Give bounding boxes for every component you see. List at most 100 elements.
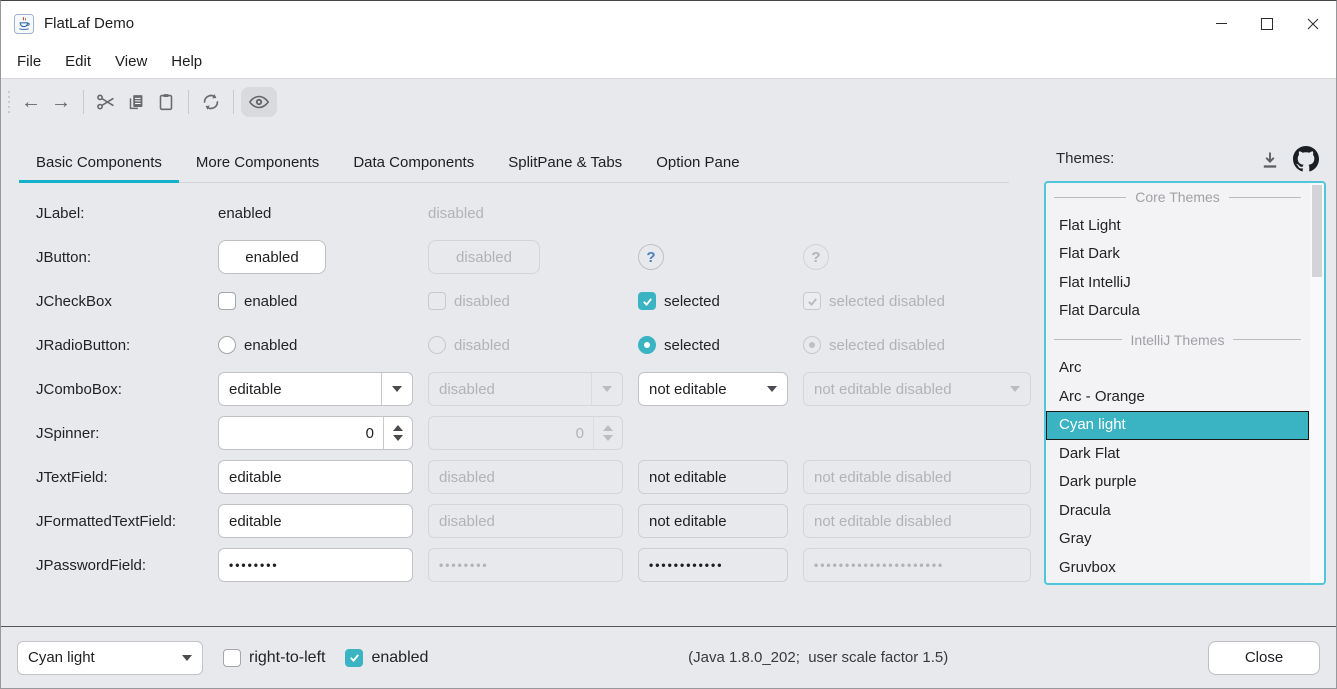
scrollbar-thumb[interactable]	[1312, 185, 1322, 277]
jcombobox-row-label: JComboBox:	[36, 381, 203, 398]
back-button[interactable]: ←	[16, 87, 46, 117]
spinner-buttons[interactable]	[383, 417, 412, 449]
eye-icon	[248, 91, 270, 113]
jspinner-row-label: JSpinner:	[36, 425, 203, 442]
menu-help[interactable]: Help	[159, 49, 214, 75]
check-icon	[641, 295, 654, 308]
combobox-not-editable-disabled: not editable disabled	[803, 372, 1031, 406]
theme-item-flat-darcula[interactable]: Flat Darcula	[1046, 297, 1309, 326]
themes-label: Themes:	[1056, 150, 1114, 167]
chevron-down-icon	[602, 386, 612, 392]
combobox-disabled: disabled	[428, 372, 623, 406]
passwordfield-disabled: ••••••••	[428, 548, 623, 582]
github-icon	[1293, 146, 1319, 172]
download-themes-button[interactable]	[1257, 147, 1283, 173]
checkbox-disabled	[428, 292, 446, 310]
toolbar-separator	[233, 90, 234, 114]
tab-option-pane[interactable]: Option Pane	[639, 142, 756, 182]
menu-edit[interactable]: Edit	[53, 49, 103, 75]
theme-item-flat-intellij[interactable]: Flat IntelliJ	[1046, 269, 1309, 298]
forward-arrow-icon: →	[51, 92, 71, 112]
maximize-icon	[1261, 18, 1273, 30]
jformattedtextfield-row-label: JFormattedTextField:	[36, 513, 203, 530]
themes-scrollbar[interactable]	[1310, 183, 1324, 583]
right-to-left-checkbox[interactable]	[223, 649, 241, 667]
enabled-checkbox-label: enabled	[371, 649, 428, 667]
theme-item-dark-purple[interactable]: Dark purple	[1046, 468, 1309, 497]
theme-item-gray[interactable]: Gray	[1046, 525, 1309, 554]
checkbox-enabled-label: enabled	[244, 293, 297, 310]
cut-button[interactable]	[91, 87, 121, 117]
tab-data-components[interactable]: Data Components	[336, 142, 491, 182]
passwordfield-enabled[interactable]: ••••••••	[218, 548, 413, 582]
radio-enabled[interactable]	[218, 336, 236, 354]
formatted-textfield-not-editable-disabled: not editable disabled	[803, 504, 1031, 538]
help-button[interactable]: ?	[638, 244, 664, 270]
radio-disabled-label: disabled	[454, 337, 510, 354]
theme-item-flat-light[interactable]: Flat Light	[1046, 212, 1309, 241]
theme-item-arc-orange[interactable]: Arc - Orange	[1046, 383, 1309, 412]
passwordfield-not-editable[interactable]: ••••••••••••	[638, 548, 788, 582]
theme-separator-intellij: IntelliJ Themes	[1046, 326, 1309, 355]
combobox-editable[interactable]: editable	[218, 372, 413, 406]
tab-basic-components[interactable]: Basic Components	[19, 142, 179, 182]
radio-disabled	[428, 336, 446, 354]
combobox-not-editable[interactable]: not editable	[638, 372, 788, 406]
menu-file[interactable]: File	[5, 49, 53, 75]
close-window-button[interactable]	[1290, 1, 1336, 46]
checkbox-selected-disabled	[803, 292, 821, 310]
theme-item-dark-flat[interactable]: Dark Flat	[1046, 440, 1309, 469]
radio-selected[interactable]	[638, 336, 656, 354]
radio-selected-disabled	[803, 336, 821, 354]
menu-view[interactable]: View	[103, 49, 159, 75]
scissors-icon	[95, 91, 117, 113]
theme-item-gruvbox[interactable]: Gruvbox	[1046, 554, 1309, 583]
spinner-up-icon	[393, 425, 403, 431]
paste-button[interactable]	[151, 87, 181, 117]
formatted-textfield-not-editable[interactable]: not editable	[638, 504, 788, 538]
refresh-button[interactable]	[196, 87, 226, 117]
combobox-arrow-button[interactable]	[381, 373, 412, 405]
enabled-checkbox[interactable]	[345, 649, 363, 667]
textfield-editable[interactable]: editable	[218, 460, 413, 494]
theme-separator-core: Core Themes	[1046, 183, 1309, 212]
checkbox-selected-disabled-label: selected disabled	[829, 293, 945, 310]
spinner-disabled: 0	[428, 416, 623, 450]
window-title: FlatLaf Demo	[44, 15, 134, 32]
textfield-not-editable[interactable]: not editable	[638, 460, 788, 494]
copy-button[interactable]	[121, 87, 151, 117]
spinner-enabled[interactable]: 0	[218, 416, 413, 450]
java-version-status: (Java 1.8.0_202; user scale factor 1.5)	[448, 649, 1188, 666]
theme-item-cyan-light[interactable]: Cyan light	[1046, 411, 1309, 440]
toolbar-grip[interactable]	[8, 91, 10, 113]
theme-item-flat-dark[interactable]: Flat Dark	[1046, 240, 1309, 269]
checkbox-selected[interactable]	[638, 292, 656, 310]
theme-combobox[interactable]: Cyan light	[17, 641, 203, 675]
clipboard-icon	[155, 91, 177, 113]
close-button[interactable]: Close	[1208, 641, 1320, 675]
theme-item-arc[interactable]: Arc	[1046, 354, 1309, 383]
check-icon	[806, 295, 819, 308]
download-icon	[1258, 148, 1282, 172]
show-toggle-button[interactable]	[241, 87, 277, 117]
passwordfield-not-editable-disabled: •••••••••••••••••••••	[803, 548, 1031, 582]
toolbar: ← →	[1, 80, 1336, 123]
jbutton-row-label: JButton:	[36, 249, 203, 266]
jtextfield-row-label: JTextField:	[36, 469, 203, 486]
tab-more-components[interactable]: More Components	[179, 142, 336, 182]
maximize-button[interactable]	[1244, 1, 1290, 46]
theme-item-dracula[interactable]: Dracula	[1046, 497, 1309, 526]
minimize-icon	[1216, 23, 1227, 24]
checkbox-disabled-label: disabled	[454, 293, 510, 310]
checkbox-enabled[interactable]	[218, 292, 236, 310]
tabbed-pane: Basic Components More Components Data Co…	[19, 142, 1009, 183]
enabled-button[interactable]: enabled	[218, 240, 326, 274]
minimize-button[interactable]	[1198, 1, 1244, 46]
jlabel-row-label: JLabel:	[36, 205, 203, 222]
chevron-down-icon	[1010, 386, 1020, 392]
github-button[interactable]	[1292, 145, 1320, 173]
tab-splitpane-tabs[interactable]: SplitPane & Tabs	[491, 142, 639, 182]
disabled-button: disabled	[428, 240, 540, 274]
forward-button[interactable]: →	[46, 87, 76, 117]
formatted-textfield-editable[interactable]: editable	[218, 504, 413, 538]
